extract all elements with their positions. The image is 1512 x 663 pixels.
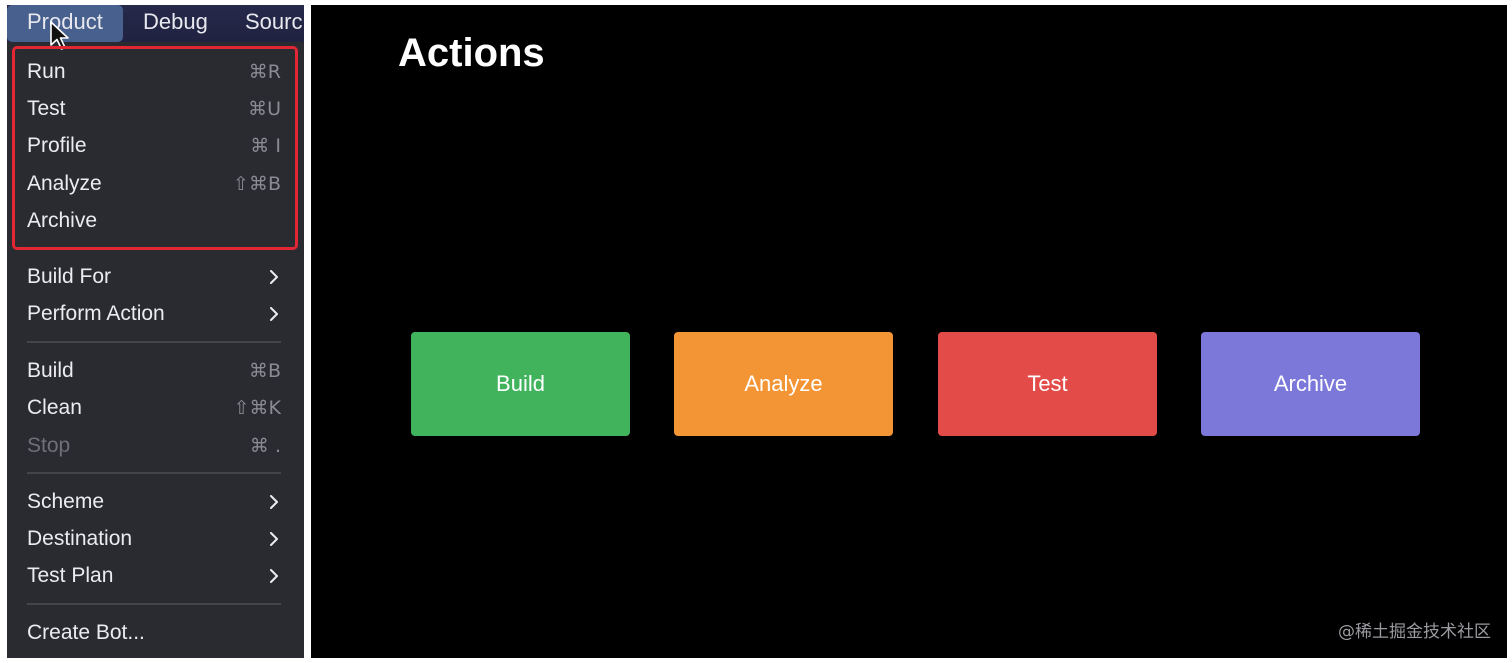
- menubar-source-control[interactable]: Sourc: [245, 5, 302, 42]
- watermark-text: @稀土掘金技术社区: [1338, 622, 1491, 642]
- menu-item-shortcut: ⌘U: [248, 98, 281, 120]
- menu-item-test[interactable]: Test ⌘U: [27, 93, 283, 125]
- menu-separator: [27, 472, 281, 474]
- menubar-debug[interactable]: Debug: [143, 5, 208, 42]
- menu-item-build-for[interactable]: Build For: [27, 261, 283, 293]
- menu-item-shortcut: ⌘B: [248, 360, 281, 382]
- chevron-right-icon: [270, 270, 278, 284]
- chevron-right-icon: [270, 569, 278, 583]
- menu-item-label: Test Plan: [27, 564, 114, 587]
- menu-item-create-bot[interactable]: Create Bot...: [27, 617, 283, 649]
- menu-item-stop: Stop ⌘ .: [27, 430, 283, 462]
- menu-item-label: Build For: [27, 265, 112, 288]
- menu-item-shortcut: ⌘R: [248, 61, 281, 83]
- analyze-button[interactable]: Analyze: [674, 332, 893, 436]
- menu-item-profile[interactable]: Profile ⌘ I: [27, 130, 283, 162]
- menu-item-label: Clean: [27, 396, 82, 419]
- screenshot-root: Product Debug Sourc Run ⌘R Test ⌘U Profi…: [0, 0, 1512, 663]
- menu-item-label: Profile: [27, 134, 87, 157]
- menu-item-label: Test: [27, 97, 66, 120]
- menu-item-clean[interactable]: Clean ⇧⌘K: [27, 392, 283, 424]
- menu-item-analyze[interactable]: Analyze ⇧⌘B: [27, 168, 283, 200]
- menu-item-test-plan[interactable]: Test Plan: [27, 560, 283, 592]
- menu-item-label: Stop: [27, 434, 71, 457]
- menu-item-label: Scheme: [27, 490, 105, 513]
- menu-item-label: Perform Action: [27, 302, 165, 325]
- chevron-right-icon: [270, 307, 278, 321]
- menu-item-archive[interactable]: Archive: [27, 205, 283, 237]
- menu-item-shortcut: ⇧⌘K: [233, 397, 281, 419]
- menu-item-shortcut: ⌘ I: [250, 135, 281, 157]
- menu-item-perform-action[interactable]: Perform Action: [27, 298, 283, 330]
- page-title: Actions: [398, 31, 545, 75]
- test-button[interactable]: Test: [938, 332, 1157, 436]
- menu-item-label: Destination: [27, 527, 133, 550]
- menu-item-label: Create Bot...: [27, 621, 145, 644]
- chevron-right-icon: [270, 532, 278, 546]
- menu-item-scheme[interactable]: Scheme: [27, 486, 283, 518]
- build-button[interactable]: Build: [411, 332, 630, 436]
- menu-item-run[interactable]: Run ⌘R: [27, 56, 283, 88]
- menu-item-label: Archive: [27, 209, 98, 232]
- archive-button[interactable]: Archive: [1201, 332, 1420, 436]
- chevron-right-icon: [270, 495, 278, 509]
- menu-item-build[interactable]: Build ⌘B: [27, 355, 283, 387]
- actions-app-panel: Actions Build Analyze Test Archive @稀土掘金…: [311, 5, 1507, 658]
- menu-separator: [27, 341, 281, 343]
- menu-item-shortcut: ⇧⌘B: [233, 173, 281, 195]
- menu-item-shortcut: ⌘ .: [249, 435, 281, 457]
- menu-item-label: Run: [27, 60, 66, 83]
- menu-item-destination[interactable]: Destination: [27, 523, 283, 555]
- menu-item-label: Analyze: [27, 172, 102, 195]
- product-menu-panel: Product Debug Sourc Run ⌘R Test ⌘U Profi…: [7, 5, 304, 658]
- menu-item-label: Build: [27, 359, 74, 382]
- menu-separator: [27, 603, 281, 605]
